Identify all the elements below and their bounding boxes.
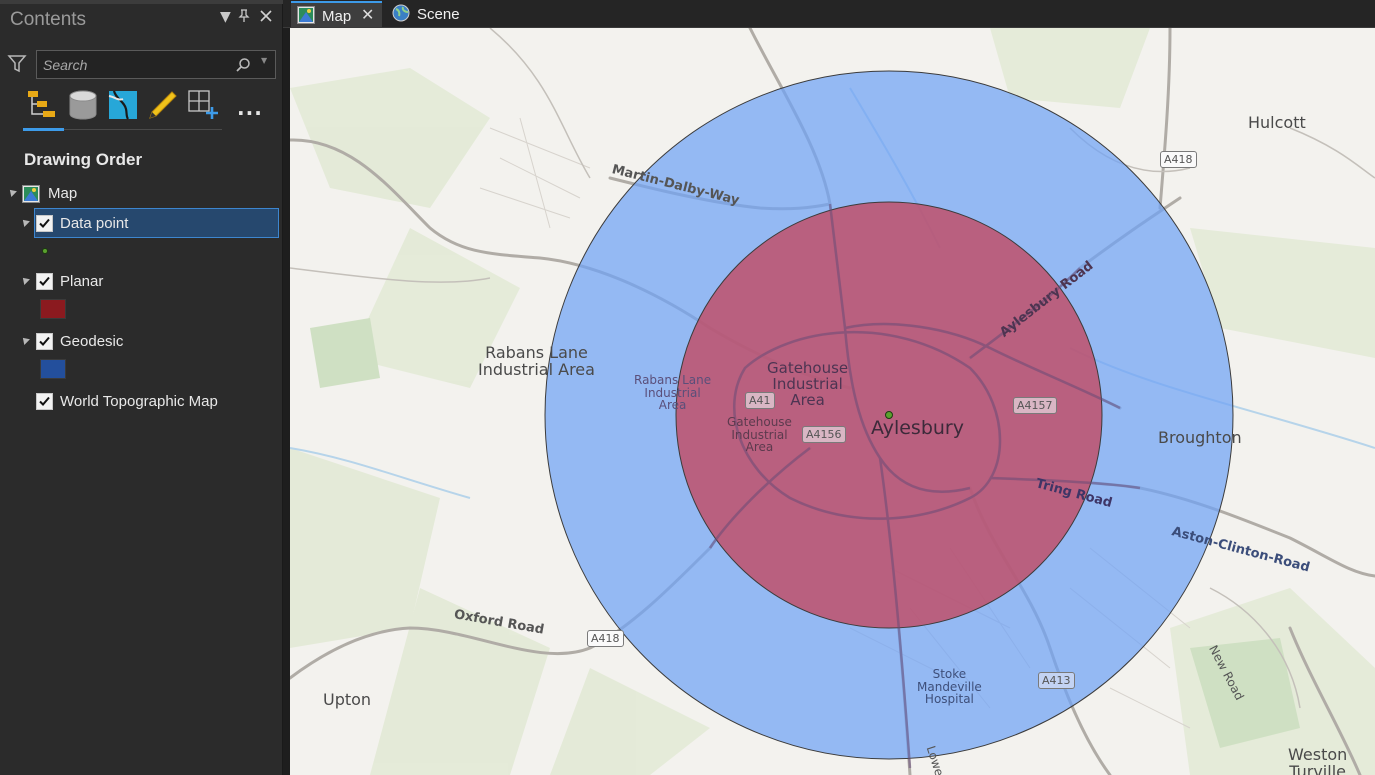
tool-divider: [64, 129, 222, 130]
place-label-rabans-lane-small: Rabans Lane Industrial Area: [634, 373, 712, 413]
list-by-editing-icon[interactable]: [146, 88, 180, 122]
collapse-icon[interactable]: [20, 335, 30, 345]
road-shield-a41: A41: [745, 392, 775, 409]
active-tool-indicator: [23, 128, 64, 131]
section-title: Drawing Order: [24, 150, 143, 169]
collapse-icon[interactable]: [20, 217, 30, 227]
place-label-gatehouse: Gatehouse Industrial Area: [767, 359, 849, 409]
collapse-icon[interactable]: [20, 275, 30, 285]
place-label-hulcott: Hulcott: [1248, 113, 1306, 132]
road-shield-a413: A413: [1038, 672, 1075, 689]
road-shield-a4157: A4157: [1013, 397, 1057, 414]
pane-top-border: [0, 0, 283, 4]
contents-pane-title: Contents: [10, 9, 87, 30]
tab-scene[interactable]: Scene: [386, 1, 466, 27]
layer-row-geodesic[interactable]: Geodesic: [0, 327, 283, 355]
pane-menu-icon[interactable]: ▼: [220, 9, 231, 25]
contents-pane: Contents ▼ ▼: [0, 0, 283, 775]
geodesic-symbol-swatch[interactable]: [40, 359, 66, 379]
close-tab-icon[interactable]: ✕: [361, 5, 374, 24]
tab-label: Scene: [417, 6, 460, 23]
more-options-button[interactable]: ...: [237, 96, 263, 120]
collapse-icon[interactable]: [7, 187, 17, 197]
list-by-selection-icon[interactable]: [106, 88, 140, 122]
list-by-drawing-order-icon[interactable]: [25, 88, 59, 122]
tab-label: Map: [322, 8, 352, 25]
layer-visibility-checkbox[interactable]: [36, 273, 53, 290]
road-shield-a418: A418: [1160, 151, 1197, 168]
place-label-stoke-mandeville: Stoke Mandeville Hospital: [917, 667, 982, 707]
layer-row-planar[interactable]: Planar: [0, 267, 283, 295]
layer-label: Planar: [60, 273, 104, 290]
filter-icon[interactable]: [7, 53, 27, 75]
layer-label: Map: [48, 185, 78, 202]
layer-visibility-checkbox[interactable]: [36, 393, 53, 410]
view-tab-bar: Map ✕ Scene: [283, 0, 1375, 28]
place-label-broughton: Broughton: [1158, 428, 1242, 447]
arcgis-pro-window: Contents ▼ ▼: [0, 0, 1375, 775]
place-label-gatehouse-small: Gatehouse Industrial Area: [727, 415, 792, 455]
layer-visibility-checkbox[interactable]: [36, 333, 53, 350]
layer-row-data-point[interactable]: Data point: [0, 209, 283, 237]
search-dropdown-icon[interactable]: ▼: [261, 56, 267, 65]
layer-label: Geodesic: [60, 333, 124, 350]
pin-icon[interactable]: [238, 9, 250, 27]
road-shield-a418-south: A418: [587, 630, 624, 647]
tab-map[interactable]: Map ✕: [291, 1, 382, 27]
list-by-source-icon[interactable]: [66, 88, 100, 122]
planar-symbol-swatch[interactable]: [40, 299, 66, 319]
road-shield-a4156: A4156: [802, 426, 846, 443]
layer-label: World Topographic Map: [60, 393, 218, 410]
search-icon[interactable]: [235, 57, 251, 73]
map-view[interactable]: Hulcott Rabans Lane Industrial Area Raba…: [290, 28, 1375, 775]
layer-visibility-checkbox[interactable]: [36, 215, 53, 232]
globe-icon: [392, 4, 410, 22]
search-box[interactable]: ▼: [36, 50, 276, 79]
place-label-weston-turville: Weston Turville: [1288, 745, 1348, 775]
place-label-rabans-lane: Rabans Lane Industrial Area: [478, 343, 595, 379]
layer-label: Data point: [60, 215, 129, 232]
place-label-aylesbury: Aylesbury: [871, 417, 964, 439]
list-by-snapping-icon[interactable]: [186, 88, 220, 122]
map-icon: [22, 185, 40, 203]
search-input[interactable]: [43, 56, 223, 74]
map-icon: [297, 6, 315, 24]
layer-row-map[interactable]: Map: [0, 180, 283, 208]
point-symbol[interactable]: [42, 248, 48, 254]
close-pane-icon[interactable]: [259, 9, 273, 27]
layer-row-world-topographic-map[interactable]: World Topographic Map: [0, 387, 283, 415]
place-label-upton: Upton: [323, 690, 372, 709]
